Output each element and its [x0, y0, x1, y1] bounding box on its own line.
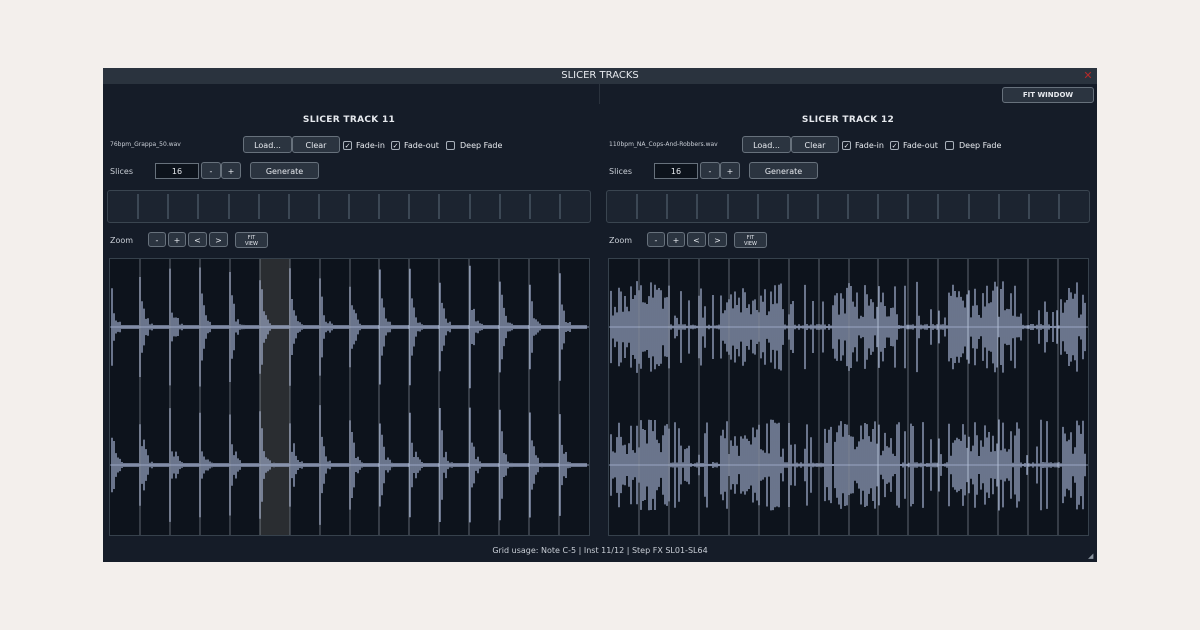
fit-view-button[interactable]: FIT VIEW: [235, 232, 268, 248]
load-button[interactable]: Load...: [243, 136, 292, 153]
fit-view-line2: VIEW: [245, 241, 258, 247]
zoom-out-button[interactable]: -: [647, 232, 665, 247]
resize-grip-icon[interactable]: ◢: [1088, 553, 1095, 560]
scroll-right-button[interactable]: >: [708, 232, 727, 247]
deep-fade-checkbox[interactable]: [945, 141, 954, 150]
zoom-in-button[interactable]: +: [667, 232, 685, 247]
slicer-track-11-panel: SLICER TRACK 11 76bpm_Grappa_50.wav Load…: [103, 84, 595, 544]
slices-input[interactable]: 16: [155, 163, 199, 179]
status-bar: Grid usage: Note C-5 | Inst 11/12 | Step…: [492, 546, 708, 555]
waveform-svg: [110, 259, 589, 535]
slicer-tracks-window: SLICER TRACKS ✕ FIT WINDOW SLICER TRACK …: [103, 68, 1097, 562]
selected-slice-highlight: [259, 259, 290, 535]
deep-fade-checkbox[interactable]: [446, 141, 455, 150]
slices-label: Slices: [609, 167, 633, 176]
panel-title: SLICER TRACK 12: [801, 115, 895, 125]
zoom-in-button[interactable]: +: [168, 232, 186, 247]
fade-in-checkbox[interactable]: ✓: [343, 141, 352, 150]
zoom-out-button[interactable]: -: [148, 232, 166, 247]
slice-marker-svg: [137, 194, 561, 219]
panel-title: SLICER TRACK 11: [302, 115, 396, 125]
generate-button[interactable]: Generate: [749, 162, 818, 179]
fade-out-label: Fade-out: [404, 141, 439, 150]
fade-in-label: Fade-in: [855, 141, 884, 150]
fade-in-checkbox[interactable]: ✓: [842, 141, 851, 150]
slices-decrement-button[interactable]: -: [700, 162, 720, 179]
panel-divider: [599, 84, 600, 104]
load-button[interactable]: Load...: [742, 136, 791, 153]
fade-out-label: Fade-out: [903, 141, 938, 150]
deep-fade-label: Deep Fade: [460, 141, 503, 150]
deep-fade-label: Deep Fade: [959, 141, 1002, 150]
clear-button[interactable]: Clear: [292, 136, 340, 153]
slice-marker-bar[interactable]: [606, 190, 1090, 223]
slice-marker-bar[interactable]: [107, 190, 591, 223]
waveform-view[interactable]: [608, 258, 1089, 536]
scroll-right-button[interactable]: >: [209, 232, 228, 247]
sample-filename: 76bpm_Grappa_50.wav: [110, 141, 181, 148]
waveform-svg: [609, 259, 1088, 535]
fit-view-button[interactable]: FIT VIEW: [734, 232, 767, 248]
window-title: SLICER TRACKS: [103, 68, 1097, 84]
close-icon[interactable]: ✕: [1082, 68, 1094, 84]
fade-out-checkbox[interactable]: ✓: [391, 141, 400, 150]
fade-in-label: Fade-in: [356, 141, 385, 150]
fade-out-checkbox[interactable]: ✓: [890, 141, 899, 150]
waveform-view[interactable]: [109, 258, 590, 536]
slices-label: Slices: [110, 167, 134, 176]
scroll-left-button[interactable]: <: [188, 232, 207, 247]
slices-increment-button[interactable]: +: [720, 162, 740, 179]
slicer-track-12-panel: SLICER TRACK 12 110bpm_NA_Cops-And-Robbe…: [602, 84, 1094, 544]
slice-marker-svg: [636, 194, 1060, 219]
slices-decrement-button[interactable]: -: [201, 162, 221, 179]
scroll-left-button[interactable]: <: [687, 232, 706, 247]
clear-button[interactable]: Clear: [791, 136, 839, 153]
sample-filename: 110bpm_NA_Cops-And-Robbers.wav: [609, 141, 718, 148]
zoom-label: Zoom: [110, 236, 134, 245]
slices-input[interactable]: 16: [654, 163, 698, 179]
fit-view-line2: VIEW: [744, 241, 757, 247]
zoom-label: Zoom: [609, 236, 633, 245]
generate-button[interactable]: Generate: [250, 162, 319, 179]
slices-increment-button[interactable]: +: [221, 162, 241, 179]
